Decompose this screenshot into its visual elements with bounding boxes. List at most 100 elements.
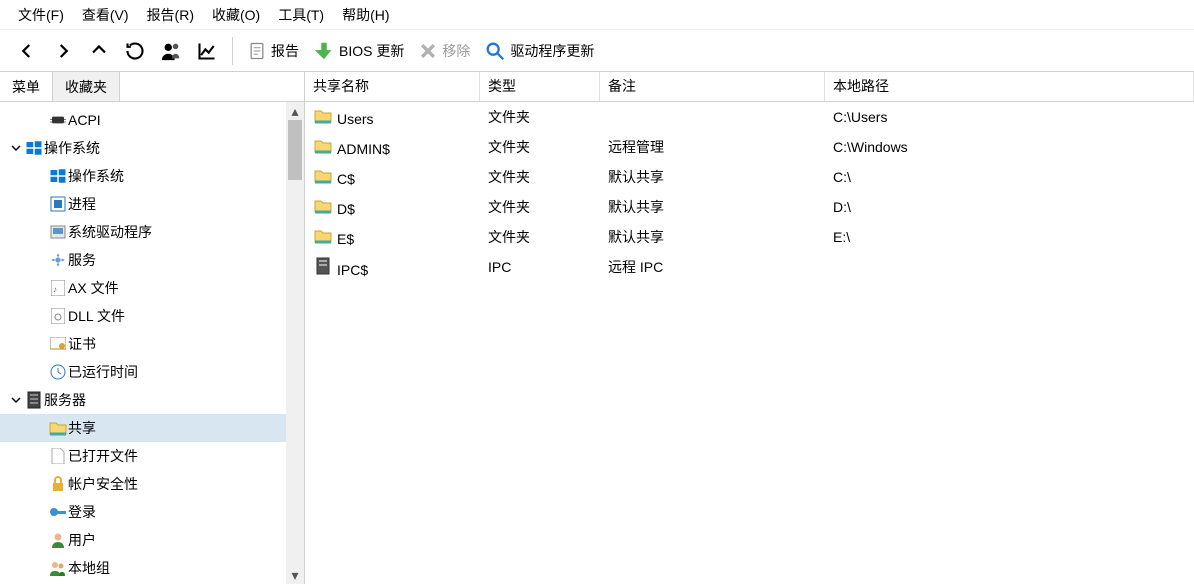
users-icon bbox=[48, 560, 68, 576]
header-path[interactable]: 本地路径 bbox=[825, 72, 1194, 101]
shared-folder-icon bbox=[313, 168, 333, 184]
lock-icon bbox=[48, 476, 68, 492]
tree-item-logon[interactable]: 登录 bbox=[0, 498, 304, 526]
sidebar: 菜单 收藏夹 ACPI 操作系统 操作系统 进程 系统 bbox=[0, 72, 305, 584]
cell-note: 远程 IPC bbox=[600, 257, 825, 277]
shared-folder-icon bbox=[313, 108, 333, 124]
tab-favorites[interactable]: 收藏夹 bbox=[53, 72, 120, 101]
cell-path: C:\ bbox=[825, 169, 1194, 185]
tree-label: 进程 bbox=[68, 194, 96, 214]
header-type[interactable]: 类型 bbox=[480, 72, 600, 101]
tree-label: 用户 bbox=[68, 530, 96, 550]
table-row[interactable]: C$文件夹默认共享C:\ bbox=[305, 162, 1194, 192]
tree-item-ax-files[interactable]: ♪ AX 文件 bbox=[0, 274, 304, 302]
windows-icon bbox=[24, 139, 44, 157]
tree-item-os[interactable]: 操作系统 bbox=[0, 162, 304, 190]
x-icon bbox=[418, 41, 438, 61]
remove-button: 移除 bbox=[412, 41, 476, 61]
bios-update-button[interactable]: BIOS 更新 bbox=[307, 40, 410, 62]
tab-menu[interactable]: 菜单 bbox=[0, 72, 53, 101]
driver-update-button[interactable]: 驱动程序更新 bbox=[478, 40, 600, 62]
tree-item-opened-files[interactable]: 已打开文件 bbox=[0, 442, 304, 470]
tree-item-shares[interactable]: 共享 bbox=[0, 414, 304, 442]
scroll-up-icon[interactable]: ▴ bbox=[286, 102, 304, 120]
key-icon bbox=[48, 505, 68, 519]
cell-path: D:\ bbox=[825, 199, 1194, 215]
cell-type: 文件夹 bbox=[480, 227, 600, 247]
scroll-thumb[interactable] bbox=[288, 120, 302, 180]
server-icon bbox=[313, 257, 333, 275]
tree-label: 证书 bbox=[68, 334, 96, 354]
file-ax-icon: ♪ bbox=[48, 280, 68, 296]
tree-label: 本地组 bbox=[68, 558, 110, 578]
process-icon bbox=[48, 196, 68, 212]
table-headers: 共享名称 类型 备注 本地路径 bbox=[305, 72, 1194, 102]
cert-icon bbox=[48, 337, 68, 351]
table-row[interactable]: ADMIN$文件夹远程管理C:\Windows bbox=[305, 132, 1194, 162]
table-row[interactable]: Users 文件夹 C:\Users bbox=[305, 102, 1194, 132]
shared-folder-icon bbox=[313, 138, 333, 154]
tree-item-account-security[interactable]: 帐户安全性 bbox=[0, 470, 304, 498]
table-row[interactable]: IPC$IPC远程 IPC bbox=[305, 252, 1194, 282]
cell-path: C:\Users bbox=[825, 109, 1194, 125]
driver-icon bbox=[48, 224, 68, 240]
svg-text:♪: ♪ bbox=[53, 285, 57, 294]
sidebar-tabs: 菜单 收藏夹 bbox=[0, 72, 304, 102]
cell-name: ADMIN$ bbox=[337, 141, 390, 157]
header-name[interactable]: 共享名称 bbox=[305, 72, 480, 101]
cell-name: E$ bbox=[337, 231, 354, 247]
cell-note: 默认共享 bbox=[600, 227, 825, 247]
report-button[interactable]: 报告 bbox=[241, 40, 305, 62]
tree-label: 操作系统 bbox=[44, 138, 100, 158]
tree-item-dll-files[interactable]: DLL 文件 bbox=[0, 302, 304, 330]
toolbar: 报告 BIOS 更新 移除 驱动程序更新 bbox=[0, 30, 1194, 72]
tree-item-sysdrivers[interactable]: 系统驱动程序 bbox=[0, 218, 304, 246]
tree-item-certs[interactable]: 证书 bbox=[0, 330, 304, 358]
menu-tools[interactable]: 工具(T) bbox=[278, 5, 324, 25]
refresh-button[interactable] bbox=[118, 34, 152, 68]
tree-item-uptime[interactable]: 已运行时间 bbox=[0, 358, 304, 386]
bios-update-label: BIOS 更新 bbox=[339, 41, 404, 61]
tree-item-processes[interactable]: 进程 bbox=[0, 190, 304, 218]
menu-favorites[interactable]: 收藏(O) bbox=[212, 5, 260, 25]
download-arrow-icon bbox=[313, 40, 335, 62]
tree-label: 服务器 bbox=[44, 390, 86, 410]
tree-item-services[interactable]: 服务 bbox=[0, 246, 304, 274]
menu-help[interactable]: 帮助(H) bbox=[342, 5, 389, 25]
scrollbar[interactable]: ▴ ▾ bbox=[286, 102, 304, 584]
menu-file[interactable]: 文件(F) bbox=[18, 5, 64, 25]
forward-button[interactable] bbox=[46, 34, 80, 68]
tree: ACPI 操作系统 操作系统 进程 系统驱动程序 服务 bbox=[0, 102, 304, 584]
tree-label: 已打开文件 bbox=[68, 446, 138, 466]
tree-item-users[interactable]: 用户 bbox=[0, 526, 304, 554]
cell-note: 默认共享 bbox=[600, 167, 825, 187]
cell-note: 远程管理 bbox=[600, 137, 825, 157]
cell-type: 文件夹 bbox=[480, 197, 600, 217]
cell-type: 文件夹 bbox=[480, 107, 600, 127]
user-button[interactable] bbox=[154, 34, 188, 68]
up-button[interactable] bbox=[82, 34, 116, 68]
tree-item-server-group[interactable]: 服务器 bbox=[0, 386, 304, 414]
tree-label: 系统驱动程序 bbox=[68, 222, 152, 242]
back-button[interactable] bbox=[10, 34, 44, 68]
tree-label: 服务 bbox=[68, 250, 96, 270]
header-note[interactable]: 备注 bbox=[600, 72, 825, 101]
table-row[interactable]: E$文件夹默认共享E:\ bbox=[305, 222, 1194, 252]
tree-item-os-group[interactable]: 操作系统 bbox=[0, 134, 304, 162]
table-row[interactable]: D$文件夹默认共享D:\ bbox=[305, 192, 1194, 222]
tree-item-local-group[interactable]: 本地组 bbox=[0, 554, 304, 582]
menubar: 文件(F) 查看(V) 报告(R) 收藏(O) 工具(T) 帮助(H) bbox=[0, 0, 1194, 30]
scroll-down-icon[interactable]: ▾ bbox=[286, 566, 304, 584]
report-label: 报告 bbox=[271, 41, 299, 61]
cell-name: Users bbox=[337, 111, 374, 127]
shared-folder-icon bbox=[48, 420, 68, 436]
menu-report[interactable]: 报告(R) bbox=[147, 5, 194, 25]
chart-button[interactable] bbox=[190, 34, 224, 68]
menu-view[interactable]: 查看(V) bbox=[82, 5, 129, 25]
chevron-down-icon[interactable] bbox=[8, 143, 24, 153]
cell-type: 文件夹 bbox=[480, 137, 600, 157]
remove-label: 移除 bbox=[442, 41, 470, 61]
table-body: Users文件夹C:\UsersADMIN$文件夹远程管理C:\WindowsC… bbox=[305, 102, 1194, 282]
chevron-down-icon[interactable] bbox=[8, 395, 24, 405]
tree-item-acpi[interactable]: ACPI bbox=[0, 106, 304, 134]
